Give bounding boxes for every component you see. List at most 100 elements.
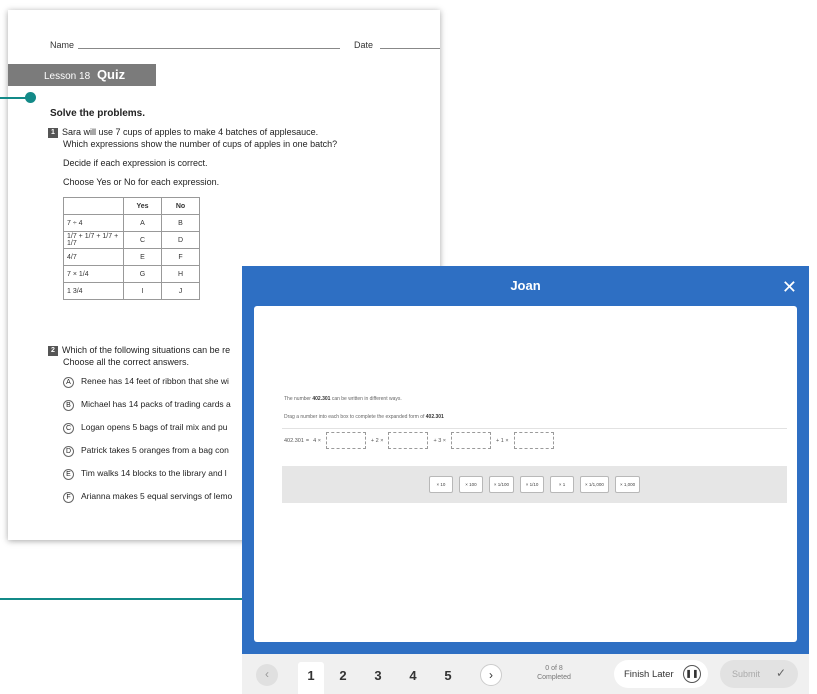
- quiz-app-window: Joan ✕ The number 402.301 can be written…: [242, 266, 809, 694]
- q1-text: 1 Sara will use 7 cups of apples to make …: [48, 126, 318, 138]
- drag-chip[interactable]: × 1: [550, 476, 575, 493]
- q1-text-line1: Sara will use 7 cups of apples to make 4…: [62, 127, 319, 137]
- table-row: 1 3/4 I J: [63, 282, 200, 300]
- finish-later-label: Finish Later: [624, 668, 674, 680]
- quiz-label: Quiz: [96, 67, 126, 82]
- table-header: [63, 197, 124, 215]
- drag-chip[interactable]: × 1/100: [488, 476, 515, 493]
- submit-label: Submit: [732, 669, 761, 679]
- yes-option: G: [123, 265, 162, 283]
- expression-cell: 1 3/4: [63, 282, 124, 300]
- progress-count: 0 of 8: [545, 665, 563, 672]
- expanded-form: 402.301 = 4 × + 2 × + 3 × + 1 ×: [284, 432, 557, 449]
- page-tab-2[interactable]: 2: [330, 662, 356, 694]
- q2-text: 2 Which of the following situations can b…: [48, 344, 230, 356]
- no-option: D: [161, 231, 200, 249]
- finish-later-button[interactable]: Finish Later ❚❚: [614, 660, 708, 688]
- expansion-op: =: [305, 437, 310, 444]
- table-header: No: [161, 197, 200, 215]
- progress-label: Completed: [537, 674, 571, 681]
- drop-box[interactable]: [388, 432, 429, 449]
- check-icon: ✓: [775, 666, 786, 680]
- no-option: F: [161, 248, 200, 266]
- date-label: Date: [354, 40, 374, 50]
- question-panel: The number 402.301 can be written in dif…: [254, 306, 797, 642]
- q2-text-line1: Which of the following situations can be…: [62, 345, 231, 355]
- no-option: B: [161, 214, 200, 232]
- expression-cell: 1/7 + 1/7 + 1/7 + 1/7: [63, 231, 124, 249]
- prompt-number: 402.301: [312, 396, 331, 402]
- answer-tray: × 10 × 100 × 1/100 × 1/10 × 1 × 1/1,000 …: [282, 466, 787, 503]
- q2-number: 2: [48, 346, 58, 356]
- prompt-line2-number: 402.301: [425, 414, 444, 420]
- choice-text: Tim walks 14 blocks to the library and l: [81, 468, 227, 478]
- list-item: F Arianna makes 5 equal servings of lemo: [63, 491, 232, 503]
- section-title: Solve the problems.: [50, 108, 146, 119]
- yes-option: I: [123, 282, 162, 300]
- table-row: 7 ÷ 4 A B: [63, 214, 200, 232]
- drag-chip[interactable]: × 1/10: [520, 476, 545, 493]
- choice-text: Logan opens 5 bags of trail mix and pu: [81, 422, 228, 432]
- prompt-line1-pre: The number: [284, 396, 313, 402]
- date-line: [380, 48, 440, 49]
- close-icon[interactable]: ✕: [782, 278, 797, 296]
- list-item: A Renee has 14 feet of ribbon that she wi: [63, 376, 229, 388]
- submit-button[interactable]: Submit ✓: [720, 660, 798, 688]
- list-item: B Michael has 14 packs of trading cards a: [63, 399, 231, 411]
- drag-chip[interactable]: × 10: [428, 476, 453, 493]
- expression-cell: 4/7: [63, 248, 124, 266]
- callout-dot: [25, 92, 36, 103]
- choice-letter: A: [63, 377, 74, 388]
- q1-number: 1: [48, 128, 58, 138]
- drop-box[interactable]: [451, 432, 492, 449]
- lesson-banner: Lesson 18 Quiz: [8, 64, 156, 86]
- page-tab-1[interactable]: 1: [298, 662, 324, 694]
- table-row: 1/7 + 1/7 + 1/7 + 1/7 C D: [63, 231, 200, 249]
- choice-letter: F: [63, 492, 74, 503]
- table-row: 7 × 1/4 G H: [63, 265, 200, 283]
- expansion-op: + 2 ×: [370, 437, 384, 444]
- choice-text: Patrick takes 5 oranges from a bag con: [81, 445, 229, 455]
- drag-chip[interactable]: × 100: [458, 476, 483, 493]
- list-item: E Tim walks 14 blocks to the library and …: [63, 468, 227, 480]
- yes-option: A: [123, 214, 162, 232]
- drop-box[interactable]: [325, 432, 366, 449]
- q1-instruction2: Choose Yes or No for each expression.: [63, 177, 220, 187]
- choice-text: Renee has 14 feet of ribbon that she wi: [81, 376, 229, 386]
- q1-text-line2: Which expressions show the number of cup…: [63, 139, 338, 149]
- name-label: Name: [50, 40, 75, 50]
- expansion-op: + 3 ×: [433, 437, 447, 444]
- pause-icon: ❚❚: [683, 665, 701, 683]
- no-option: H: [161, 265, 200, 283]
- lesson-label: Lesson 18: [44, 71, 91, 82]
- table-row: 4/7 E F: [63, 248, 200, 266]
- callout-line: [0, 598, 280, 600]
- chevron-right-icon[interactable]: ›: [480, 664, 502, 686]
- page-tab-4[interactable]: 4: [400, 662, 426, 694]
- yes-option: E: [123, 248, 162, 266]
- footer-nav: ‹ 1 2 3 4 5 › 0 of 8 Completed Finish La…: [242, 654, 809, 694]
- choice-letter: B: [63, 400, 74, 411]
- name-line: [78, 48, 340, 49]
- list-item: C Logan opens 5 bags of trail mix and pu: [63, 422, 228, 434]
- expansion-op: + 1 ×: [496, 437, 509, 444]
- no-option: J: [161, 282, 200, 300]
- prompt-line1: The number 402.301 can be written in dif…: [284, 396, 402, 402]
- table-header: Yes: [123, 197, 162, 215]
- choice-letter: D: [63, 446, 74, 457]
- expression-cell: 7 ÷ 4: [63, 214, 124, 232]
- table-header-row: Yes No: [63, 197, 200, 215]
- drop-box[interactable]: [513, 432, 554, 449]
- drag-chip[interactable]: × 1/1,000: [580, 476, 609, 493]
- prompt-line1-post: can be written in different ways.: [330, 396, 402, 402]
- divider: [282, 428, 787, 429]
- stage: Name Date Lesson 18 Quiz Solve the probl…: [0, 0, 817, 694]
- progress-status: 0 of 8 Completed: [524, 664, 584, 682]
- q1-instruction1: Decide if each expression is correct.: [63, 158, 208, 168]
- page-tab-5[interactable]: 5: [435, 662, 461, 694]
- page-tab-3[interactable]: 3: [365, 662, 391, 694]
- expression-table: Yes No 7 ÷ 4 A B 1/7 + 1/7 + 1/7 + 1/7 C…: [63, 197, 200, 300]
- drag-chip[interactable]: × 1,000: [614, 476, 641, 493]
- choice-text: Arianna makes 5 equal servings of lemo: [81, 491, 233, 501]
- chevron-left-icon[interactable]: ‹: [256, 664, 278, 686]
